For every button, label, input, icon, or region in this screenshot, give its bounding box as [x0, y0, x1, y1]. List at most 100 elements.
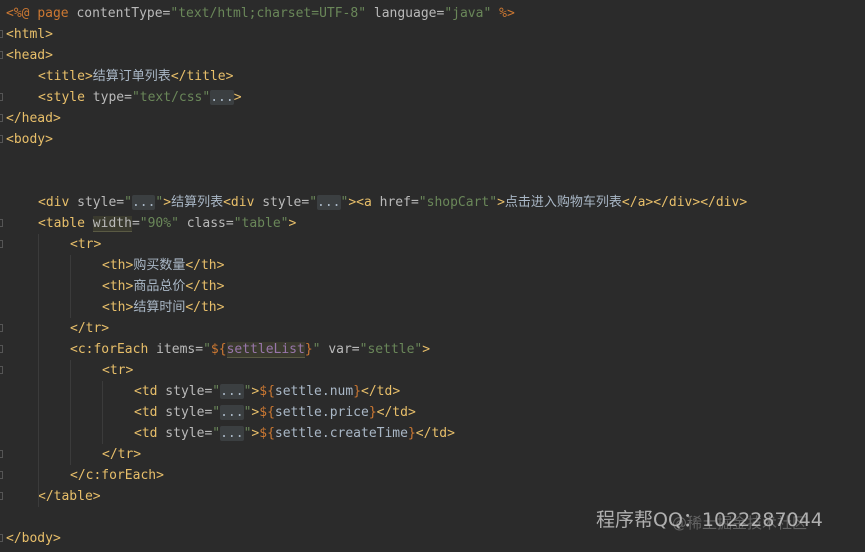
code-token: </td>	[415, 426, 455, 441]
code-token: style=	[254, 195, 310, 210]
code-token: contentType=	[68, 6, 171, 21]
code-text: </table>	[38, 486, 101, 507]
code-token: ${	[259, 426, 275, 441]
fold-marker-icon[interactable]	[0, 93, 3, 101]
code-token: 结算列表	[171, 195, 224, 210]
code-text: <head>	[6, 45, 53, 66]
indent-guide	[70, 255, 71, 318]
code-token: "	[212, 384, 221, 399]
fold-marker-icon[interactable]	[0, 534, 3, 542]
code-text: <%@ page contentType="text/html;charset=…	[6, 3, 515, 24]
code-token: 点击进入购物车列表	[504, 195, 622, 210]
code-token: }	[368, 405, 377, 420]
code-token: </c:forEach>	[70, 468, 164, 483]
code-token: 商品总价	[133, 279, 186, 294]
code-token: "90%"	[139, 216, 179, 231]
code-token: "	[124, 195, 132, 210]
fold-marker-icon[interactable]	[0, 324, 3, 332]
code-token: </table>	[38, 489, 101, 504]
code-text: <td style="...">${settle.createTime}</td…	[134, 423, 455, 444]
code-text: <c:forEach items="${settleList}" var="se…	[70, 339, 430, 360]
code-token: var=	[320, 342, 360, 357]
code-token: </td>	[376, 405, 416, 420]
fold-marker-icon[interactable]	[0, 114, 3, 122]
code-token: <th>	[102, 258, 134, 273]
code-token: >	[422, 342, 431, 357]
code-token: </tr>	[70, 321, 110, 336]
code-token: </head>	[6, 111, 61, 126]
fold-marker-icon[interactable]	[0, 30, 3, 38]
code-text: <title>结算订单列表</title>	[38, 66, 233, 87]
code-text: <tr>	[102, 360, 133, 381]
code-token: <th>	[102, 279, 134, 294]
fold-marker-icon[interactable]	[0, 240, 3, 248]
fold-marker-icon[interactable]	[0, 345, 3, 353]
code-token: <html>	[6, 27, 53, 42]
code-token: "settle"	[359, 342, 423, 357]
fold-marker-icon[interactable]	[0, 366, 3, 374]
code-token: settle.price	[274, 405, 369, 420]
code-text: <html>	[6, 24, 53, 45]
fold-marker-icon[interactable]	[0, 135, 3, 143]
folded-region[interactable]: ...	[131, 195, 156, 210]
code-token: items=	[148, 342, 204, 357]
code-text: <body>	[6, 129, 53, 150]
code-text: <div style="...">结算列表<div style="..."><a…	[38, 192, 747, 213]
code-token: ${	[210, 342, 227, 357]
fold-marker-icon[interactable]	[0, 51, 3, 59]
code-token: </tr>	[102, 447, 142, 462]
code-token: <div	[223, 195, 255, 210]
code-token: <td	[134, 426, 158, 441]
code-token: "	[212, 426, 221, 441]
code-token: "	[309, 195, 318, 210]
code-text: <table width="90%" class="table">	[38, 213, 296, 234]
indent-guide	[70, 360, 71, 465]
code-token: 购买数量	[133, 258, 186, 273]
fold-marker-icon[interactable]	[0, 471, 3, 479]
code-token: style=	[157, 405, 213, 420]
code-text: </head>	[6, 108, 61, 129]
code-token: <th>	[102, 300, 134, 315]
fold-marker-icon[interactable]	[0, 219, 3, 227]
code-token: style=	[157, 426, 213, 441]
code-token: "java"	[444, 6, 492, 21]
code-text: <td style="...">${settle.num}</td>	[134, 381, 400, 402]
folded-region[interactable]: ...	[317, 195, 341, 210]
code-editor[interactable]: <%@ page contentType="text/html;charset=…	[0, 0, 865, 552]
code-token: settleList	[226, 342, 305, 358]
fold-marker-icon[interactable]	[0, 492, 3, 500]
folded-region[interactable]: ...	[210, 90, 234, 105]
folded-region[interactable]: ...	[220, 426, 244, 441]
code-token: <tr>	[102, 363, 134, 378]
fold-marker-icon[interactable]	[0, 450, 3, 458]
code-token: <tr>	[70, 237, 102, 252]
code-token: "table"	[233, 216, 289, 231]
code-token: >	[163, 195, 172, 210]
code-text: <th>购买数量</th>	[102, 255, 224, 276]
folded-region[interactable]: ...	[220, 405, 244, 420]
code-token: }	[353, 384, 362, 399]
code-token: >	[288, 216, 297, 231]
code-token: <style	[38, 90, 85, 105]
code-token: "text/css"	[131, 90, 211, 105]
code-token: settle.num	[274, 384, 354, 399]
code-token: =	[131, 216, 140, 231]
code-text: <th>商品总价</th>	[102, 276, 224, 297]
code-token: "shopCart"	[418, 195, 498, 210]
folded-region[interactable]: ...	[220, 384, 244, 399]
code-token: >	[497, 195, 505, 210]
code-token: <body>	[6, 132, 53, 147]
code-token: <div	[38, 195, 70, 210]
code-text: <style type="text/css"...>	[38, 87, 242, 108]
code-token: <title>	[38, 69, 93, 84]
code-token: style=	[157, 384, 213, 399]
code-token: </td>	[361, 384, 401, 399]
code-token: </th>	[185, 300, 225, 315]
code-token: "	[312, 342, 321, 357]
code-text: </tr>	[102, 444, 141, 465]
code-token: <c:forEach	[70, 342, 149, 357]
code-token: "	[212, 405, 221, 420]
code-token: </th>	[185, 258, 225, 273]
code-text: <td style="...">${settle.price}</td>	[134, 402, 416, 423]
indent-guide	[102, 381, 103, 444]
